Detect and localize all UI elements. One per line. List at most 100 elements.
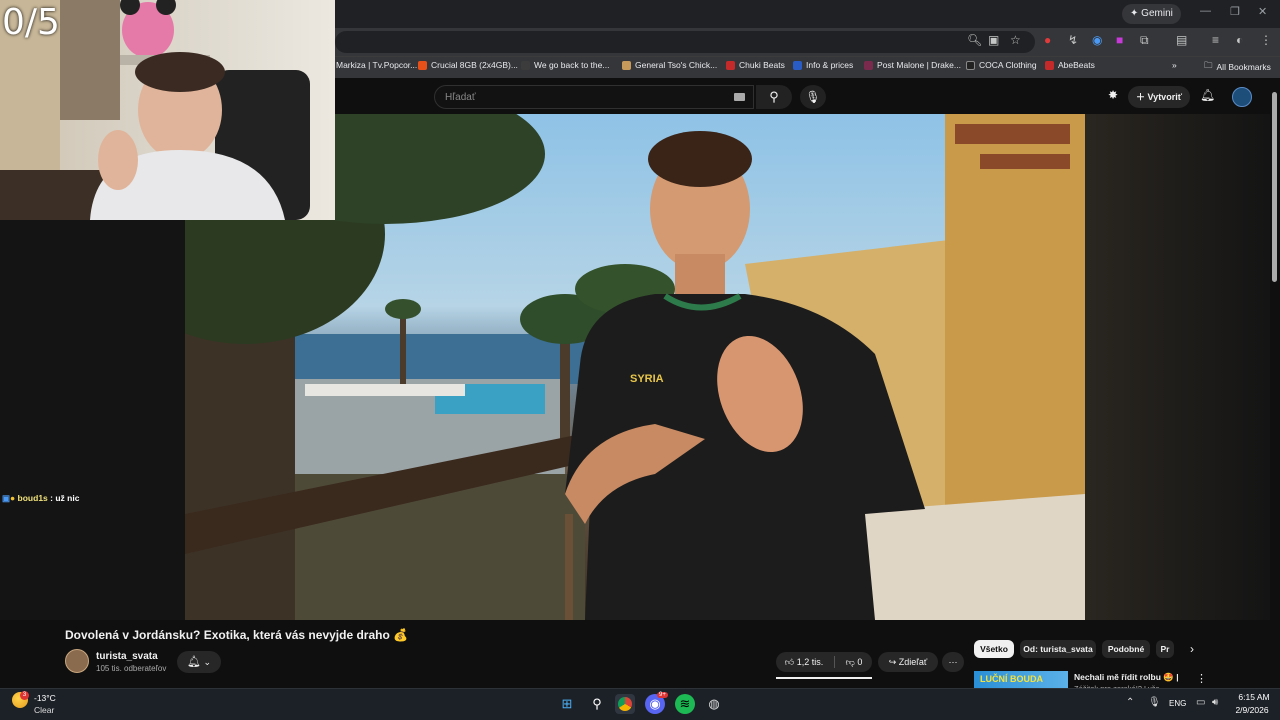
bookmark-item[interactable]: Info & prices — [793, 60, 853, 70]
chat-badge-icon: ▣ — [2, 493, 11, 503]
bookmark-star-icon[interactable]: ☆ — [1010, 33, 1021, 47]
maximize-icon[interactable]: ❐ — [1230, 5, 1240, 18]
address-bar[interactable] — [335, 31, 1035, 53]
cast-icon[interactable]: ▣ — [988, 33, 999, 47]
bookmark-item[interactable]: COCA Clothing — [966, 60, 1037, 70]
distant-palm-top — [385, 299, 421, 319]
like-button[interactable]: 👍︎ 1,2 tis. — [776, 652, 832, 672]
spotify-icon[interactable]: ≋ — [675, 694, 695, 714]
chip-all[interactable]: Všetko — [974, 640, 1014, 658]
create-button[interactable]: ＋ Vytvoriť — [1128, 86, 1190, 108]
bookmark-item[interactable]: AbeBeats — [1045, 60, 1095, 70]
obs-icon[interactable]: ◍ — [704, 694, 724, 714]
notifications-bell-icon[interactable]: 🔔︎ — [1200, 88, 1215, 102]
channel-avatar[interactable] — [65, 649, 89, 673]
chips-next-icon[interactable]: › — [1190, 642, 1194, 656]
bookmark-item[interactable]: Chuki Beats — [726, 60, 785, 70]
extension-red-icon[interactable]: ● — [1044, 33, 1051, 47]
windows-taskbar — [0, 688, 1280, 720]
pergola — [305, 384, 465, 396]
profile-icon[interactable]: ◐ — [1236, 33, 1243, 47]
recommended-thumbnail[interactable]: LUČNÍ BOUDA — [974, 671, 1068, 688]
chip-related[interactable]: Podobné — [1102, 640, 1150, 658]
zoom-icon[interactable]: 🔍︎ — [967, 33, 982, 47]
left-dark-area — [0, 220, 185, 620]
weather-badge: 3 — [20, 691, 29, 700]
streamer-hand — [98, 130, 138, 190]
chrome-logo — [618, 697, 632, 711]
pergola-beam — [955, 124, 1070, 144]
extensions-puzzle-icon[interactable]: ⧉ — [1140, 33, 1149, 48]
chip-from-channel[interactable]: Od: turista_svata — [1020, 640, 1096, 658]
voice-search-button[interactable]: 🎙︎ — [800, 85, 826, 109]
search-input[interactable]: Hľadať — [434, 85, 754, 109]
dislike-button[interactable]: 👎︎ 0 — [836, 652, 872, 672]
bell-icon: 🔔︎ — [187, 656, 201, 668]
more-actions-button[interactable]: ⋯ — [942, 652, 964, 672]
subscription-notifications-button[interactable]: 🔔︎ ⌄ — [177, 651, 221, 673]
chip-partial[interactable]: Pr — [1156, 640, 1174, 658]
search-button[interactable]: ⚲ — [756, 85, 792, 109]
chat-badge-icon: ● — [10, 493, 16, 503]
search-icon: ⚲ — [769, 89, 779, 104]
extension-audio-icon[interactable]: ◉ — [1092, 33, 1102, 47]
share-button[interactable]: ↪ Zdieľať — [878, 652, 938, 672]
video-title: Dovolená v Jordánsku?⁠ Exotika, která vá… — [65, 628, 409, 642]
tray-mic-icon[interactable]: 🎙︎ — [1148, 697, 1161, 708]
sidepanel-icon[interactable]: ▤ — [1176, 33, 1187, 47]
reading-list-icon[interactable]: ≡ — [1212, 33, 1219, 47]
recommended-menu-icon[interactable]: ⋮ — [1196, 672, 1207, 685]
tray-overflow-icon[interactable]: ⌃ — [1126, 697, 1134, 708]
stream-counter: 0/5 — [2, 2, 60, 43]
menu-kebab-icon[interactable]: ⋮ — [1260, 33, 1272, 47]
language-indicator[interactable]: ENG — [1169, 699, 1186, 708]
bookmark-favicon — [521, 60, 530, 70]
bookmarks-overflow-icon[interactable]: » — [1172, 60, 1177, 70]
keyboard-icon[interactable] — [734, 93, 745, 101]
channel-name[interactable]: turista_svata — [96, 651, 158, 662]
folder-icon: 🗀 — [1204, 60, 1213, 70]
bookmark-favicon — [622, 60, 631, 70]
bookmark-favicon — [1045, 60, 1054, 70]
bookmark-favicon — [418, 60, 427, 70]
chrome-icon[interactable] — [615, 694, 635, 714]
bookmark-item[interactable]: We go back to the... — [521, 60, 609, 70]
volume-icon[interactable]: 🔊︎ — [1212, 697, 1218, 708]
clock-date[interactable]: 2/9/2026 — [1230, 705, 1274, 715]
thumbs-up-icon: 👍︎ — [784, 657, 795, 667]
bookmark-item[interactable]: Post Malone | Drake... — [864, 60, 961, 70]
streamer-hair — [135, 52, 225, 92]
gemini-sparkle-icon[interactable]: ✸ — [1108, 88, 1118, 102]
weather-temperature[interactable]: -13°C — [34, 693, 56, 703]
discord-badge: 9+ — [657, 692, 668, 698]
channel-subscribers: 105 tis. odberateľov — [96, 664, 167, 673]
chat-text: už nic — [55, 493, 80, 503]
microphone-icon: 🎙︎ — [805, 90, 821, 104]
minimize-icon[interactable]: — — [1200, 5, 1211, 17]
taskbar-search-icon[interactable]: ⚲ — [587, 694, 607, 714]
bookmark-favicon — [793, 60, 802, 70]
railing-post — [565, 514, 573, 620]
weather-condition[interactable]: Clear — [34, 705, 54, 715]
recommended-title[interactable]: Nechali mě řídit rolbu 🤩 | — [1074, 672, 1179, 683]
bookmark-item[interactable]: Crucial 8GB (2x4GB)... — [418, 60, 518, 70]
wall-shadow — [60, 0, 120, 120]
chat-message: ▣● boud1s : už nic — [2, 493, 80, 503]
shirt-text: SYRIA — [630, 373, 664, 385]
clock-time[interactable]: 6:15 AM — [1234, 692, 1274, 702]
all-bookmarks-button[interactable]: 🗀 All Bookmarks — [1204, 60, 1271, 74]
bookmark-item[interactable]: Markiza | Tv.Popcor... — [336, 60, 417, 70]
extension-icon[interactable]: ↯ — [1068, 33, 1078, 47]
windows-start-icon[interactable]: ⊞ — [557, 694, 577, 714]
network-icon[interactable]: ▭ — [1196, 697, 1205, 708]
thumbs-down-icon: 👎︎ — [845, 657, 855, 667]
bookmark-favicon — [726, 60, 735, 70]
right-dark-area — [1085, 114, 1270, 620]
scrollbar-thumb[interactable] — [1272, 92, 1277, 282]
user-avatar[interactable] — [1232, 87, 1252, 107]
gemini-button[interactable]: ✦ Gemini — [1122, 4, 1181, 24]
extension-twitch-icon[interactable]: ■ — [1116, 33, 1123, 47]
like-underline — [776, 677, 872, 679]
bookmark-item[interactable]: General Tso's Chick... — [622, 60, 717, 70]
close-icon[interactable]: ✕ — [1258, 5, 1267, 18]
